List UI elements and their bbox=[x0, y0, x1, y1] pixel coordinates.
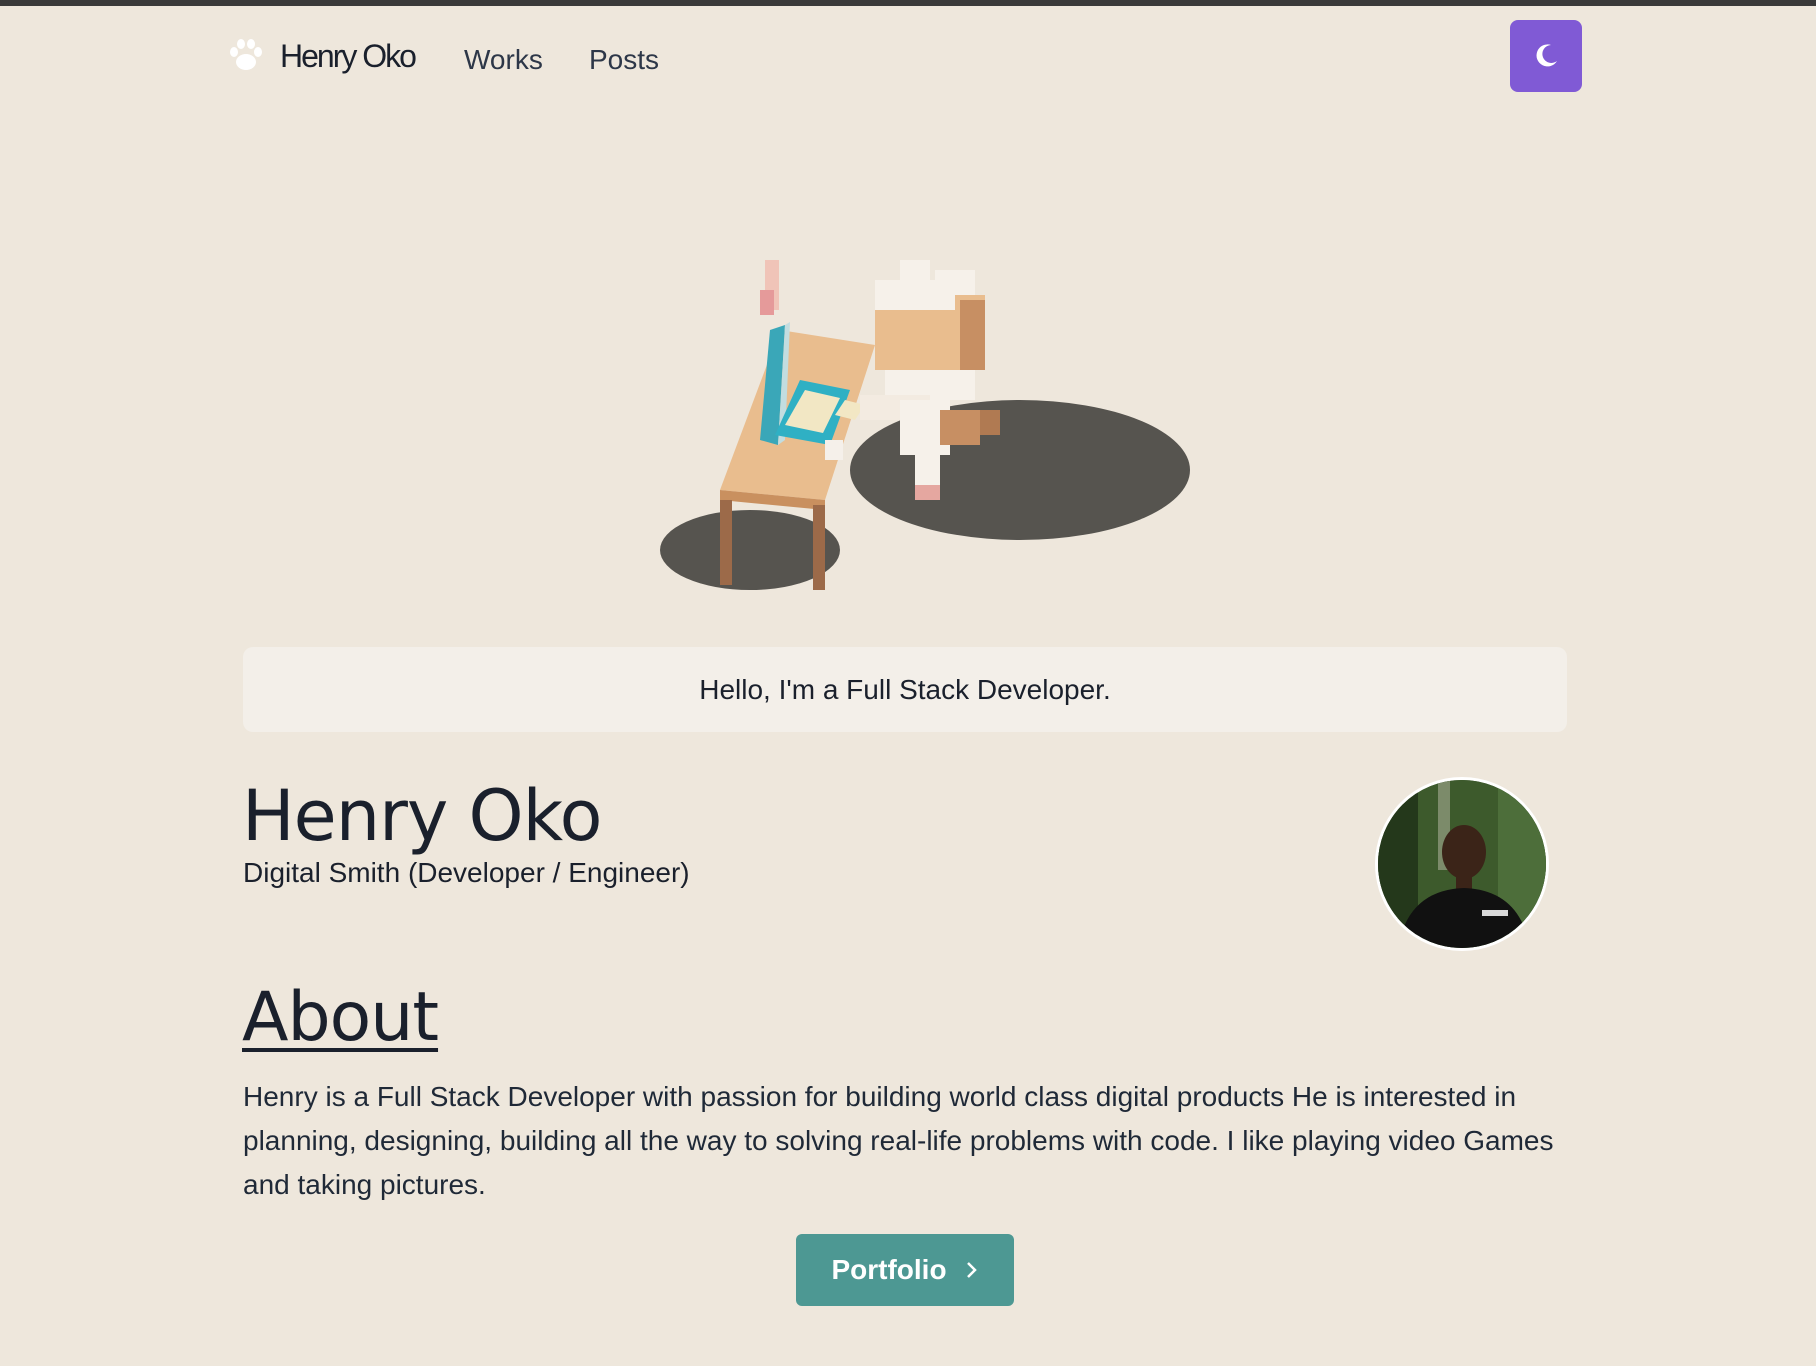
voxel-hero-illustration bbox=[660, 260, 1190, 590]
portfolio-button[interactable]: Portfolio bbox=[796, 1234, 1014, 1306]
moon-icon bbox=[1536, 44, 1557, 67]
logo-text: Henry Oko bbox=[280, 37, 417, 74]
theme-toggle-button[interactable] bbox=[1510, 20, 1582, 92]
avatar bbox=[1375, 777, 1549, 951]
portfolio-label: Portfolio bbox=[831, 1254, 947, 1285]
paw-icon bbox=[230, 39, 262, 70]
about-text: Henry is a Full Stack Developer with pas… bbox=[243, 1081, 1554, 1200]
profile-name: Henry Oko bbox=[242, 775, 602, 857]
logo-link[interactable]: Henry Oko bbox=[226, 36, 417, 76]
intro-text: Hello, I'm a Full Stack Developer. bbox=[699, 673, 1111, 705]
intro-banner: Hello, I'm a Full Stack Developer. bbox=[243, 647, 1567, 732]
nav-posts[interactable]: Posts bbox=[589, 44, 659, 76]
about-heading: About bbox=[242, 978, 439, 1057]
chevron-right-icon bbox=[966, 1262, 977, 1278]
profile-photo bbox=[1378, 780, 1546, 948]
profile-role: Digital Smith (Developer / Engineer) bbox=[243, 857, 690, 888]
nav-works[interactable]: Works bbox=[464, 44, 543, 76]
navbar: Henry Oko Works Posts bbox=[0, 6, 1816, 106]
